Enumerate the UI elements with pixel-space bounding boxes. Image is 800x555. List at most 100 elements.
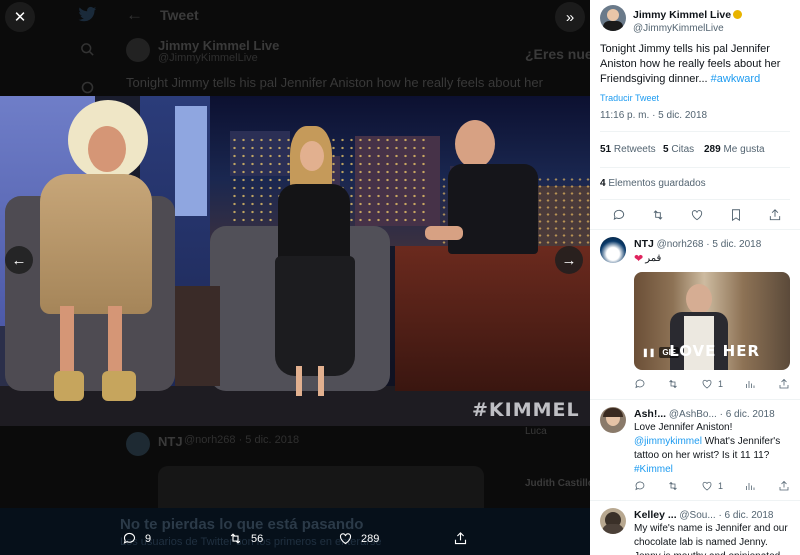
reply-button[interactable] [612, 208, 626, 222]
author-avatar[interactable] [600, 5, 626, 31]
bookmark-button[interactable] [729, 208, 743, 222]
retweet-button[interactable] [651, 208, 665, 222]
viewer-like-count: 289 [361, 532, 380, 545]
tweet-panel: Jimmy Kimmel Live @JimmyKimmelLive Tonig… [590, 0, 800, 555]
reply-author-name[interactable]: NTJ [634, 238, 654, 250]
close-button[interactable]: ✕ [5, 2, 35, 32]
dim-trend-1: Luca [525, 426, 547, 437]
likes-count: 289 [704, 144, 721, 155]
tweet-timestamp[interactable]: 11:16 p. m. · 5 dic. 2018 [600, 110, 707, 121]
analytics-button[interactable] [744, 480, 756, 492]
likes-stat[interactable]: 289 Me gusta [704, 144, 765, 155]
arrow-right-icon: → [561, 251, 577, 269]
heart-icon [702, 481, 712, 491]
quotes-label: Citas [671, 144, 695, 155]
author-info[interactable]: Jimmy Kimmel Live @JimmyKimmelLive [633, 5, 743, 34]
search-icon [80, 42, 95, 62]
reply-meta[interactable]: @norh268 · 5 dic. 2018 [657, 239, 762, 250]
share-button[interactable] [778, 378, 790, 390]
reply-text-line: Love Jennifer Aniston! [634, 422, 733, 433]
tweet-actions [612, 208, 782, 222]
share-icon [769, 209, 781, 221]
quotes-count: 5 [663, 144, 669, 155]
retweet-button[interactable] [667, 378, 679, 390]
reply-avatar[interactable] [600, 237, 626, 263]
reply-author-name[interactable]: Ash!... [634, 408, 666, 420]
quotes-stat[interactable]: 5 Citas [663, 144, 694, 155]
reply-button[interactable] [634, 480, 646, 492]
heart-icon [339, 533, 352, 545]
dim-header-title: Tweet [160, 7, 199, 23]
reply-header: NTJ @norh268 · 5 dic. 2018 [634, 238, 761, 250]
red-heart-icon: ❤ [634, 253, 644, 265]
reply-meta[interactable]: @AshBo... · 6 dic. 2018 [669, 409, 775, 420]
verified-badge-icon [733, 10, 743, 19]
dim-avatar [126, 38, 150, 62]
heart-icon [691, 210, 703, 221]
author-handle[interactable]: @JimmyKimmelLive [633, 23, 742, 34]
like-button[interactable]: 1 [701, 480, 723, 492]
bookmarks-label: Elementos guardados [608, 178, 706, 189]
hashtag-awkward[interactable]: #awkward [711, 73, 761, 85]
viewer-reply-button[interactable]: 9 [122, 531, 151, 546]
retweet-icon [669, 481, 678, 491]
viewer-retweet-button[interactable]: 56 [228, 531, 263, 546]
analytics-button[interactable] [744, 378, 756, 390]
dim-tweet-text: Tonight Jimmy tells his pal Jennifer Ani… [126, 75, 543, 90]
arrow-left-icon: ← [11, 251, 27, 269]
retweets-stat[interactable]: 51 Retweets [600, 144, 656, 155]
toggle-panel-button[interactable]: » [555, 2, 585, 32]
reply-gif[interactable]: ❚❚ GIF LOVE HER [634, 272, 790, 370]
reply-avatar[interactable] [600, 407, 626, 433]
hashtag-link[interactable]: #Kimmel [634, 463, 790, 477]
viewer-like-button[interactable]: 289 [338, 531, 379, 546]
reply-icon [635, 379, 645, 389]
share-icon [779, 378, 789, 389]
like-button[interactable]: 1 [701, 378, 723, 390]
author-name[interactable]: Jimmy Kimmel Live [633, 9, 731, 21]
analytics-icon [746, 483, 755, 490]
translate-tweet-link[interactable]: Traducir Tweet [600, 88, 659, 106]
reply-icon [635, 481, 645, 491]
reply-button[interactable] [634, 378, 646, 390]
retweet-icon [653, 210, 663, 220]
reply-icon [613, 209, 625, 220]
share-icon [779, 480, 789, 491]
reply-author-name[interactable]: Kelley ... [634, 509, 677, 521]
reply-meta[interactable]: @Sou... · 6 dic. 2018 [679, 510, 773, 521]
share-icon [454, 532, 467, 545]
previous-media-button[interactable]: ← [5, 246, 33, 274]
viewer-retweet-count: 56 [251, 532, 264, 545]
bookmarks-count: 4 [600, 178, 606, 189]
media-viewer: ← Tweet Jimmy Kimmel Live @JimmyKimmelLi… [0, 0, 590, 555]
share-button[interactable] [778, 480, 790, 492]
next-media-button[interactable]: → [555, 246, 583, 274]
reply-icon [123, 532, 136, 544]
bookmarks-stat[interactable]: 4 Elementos guardados [600, 178, 706, 189]
divider [590, 500, 800, 501]
divider [600, 167, 790, 168]
divider [600, 199, 790, 200]
reply-avatar[interactable] [600, 508, 626, 534]
reply-header: Kelley ... @Sou... · 6 dic. 2018 [634, 509, 773, 521]
mention-link[interactable]: @jimmykimmel [634, 436, 702, 447]
reply-header: Ash!... @AshBo... · 6 dic. 2018 [634, 408, 775, 420]
reply-text: My wife's name is Jennifer and our choco… [634, 523, 788, 555]
heart-icon [702, 379, 712, 389]
viewer-share-button[interactable] [453, 531, 476, 546]
dim-reply-author: NTJ [158, 434, 183, 449]
translate-label[interactable]: Traducir Tweet [600, 93, 659, 103]
retweet-icon [669, 379, 678, 389]
dim-reply-avatar [126, 432, 150, 456]
pause-icon[interactable]: ❚❚ [642, 348, 655, 357]
back-arrow-icon: ← [126, 5, 143, 24]
divider [600, 131, 790, 132]
like-button[interactable] [690, 208, 704, 222]
viewer-reply-count: 9 [145, 532, 152, 545]
dim-author-handle: @JimmyKimmelLive [158, 52, 258, 64]
dim-trend-2: Judith Castillo [525, 478, 590, 489]
dim-side-prompt: ¿Eres nuev [525, 46, 590, 62]
bookmark-icon [732, 209, 740, 222]
share-button[interactable] [768, 208, 782, 222]
retweet-button[interactable] [667, 480, 679, 492]
